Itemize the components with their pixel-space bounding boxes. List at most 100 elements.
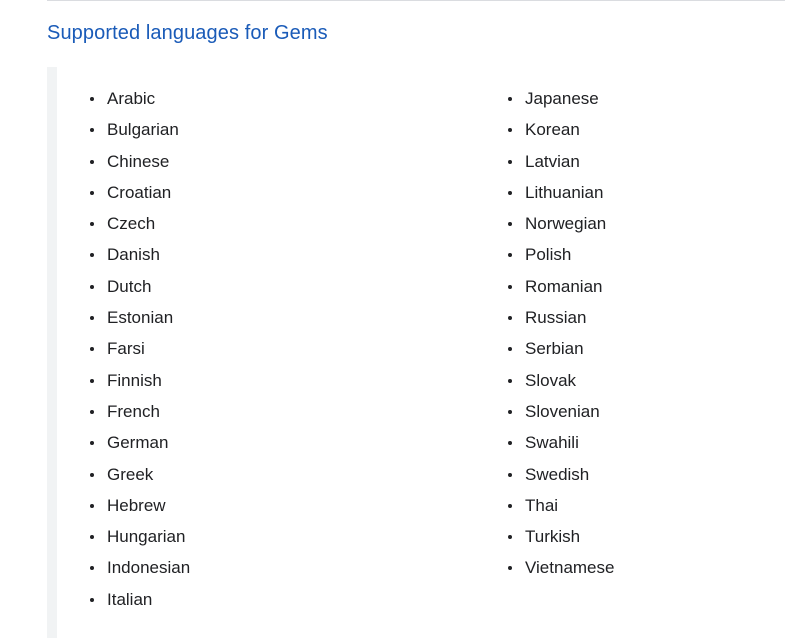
language-item: Romanian	[498, 271, 614, 302]
language-name: Hebrew	[107, 495, 166, 515]
bullet-icon	[90, 253, 94, 258]
language-name: Thai	[525, 495, 559, 515]
language-item: Swedish	[498, 459, 614, 490]
bullet-icon	[90, 347, 94, 352]
language-item: Farsi	[80, 333, 190, 364]
language-item: German	[80, 427, 190, 458]
language-item: Korean	[498, 114, 614, 145]
language-item: Arabic	[80, 83, 190, 114]
bullet-icon	[90, 378, 94, 383]
bullet-icon	[508, 159, 512, 164]
language-item: Italian	[80, 584, 190, 615]
language-name: Turkish	[525, 527, 581, 547]
language-name: Serbian	[525, 339, 584, 359]
bullet-icon	[508, 222, 512, 227]
language-name: Indonesian	[107, 558, 191, 578]
bullet-icon	[90, 566, 94, 571]
bullet-icon	[90, 284, 94, 289]
language-item: Japanese	[498, 83, 614, 114]
language-name: Bulgarian	[107, 120, 179, 140]
language-name: Korean	[525, 120, 580, 140]
top-divider	[47, 0, 785, 1]
bullet-icon	[508, 566, 512, 571]
language-name: Russian	[525, 308, 587, 328]
section-title: Supported languages for Gems	[47, 22, 328, 44]
language-item: Croatian	[80, 177, 190, 208]
language-name: French	[107, 401, 160, 421]
language-name: Czech	[107, 214, 156, 234]
bullet-icon	[90, 597, 94, 602]
bullet-icon	[90, 190, 94, 195]
language-name: Arabic	[107, 89, 156, 108]
bullet-icon	[508, 409, 512, 414]
bullet-icon	[90, 159, 94, 164]
language-item: Thai	[498, 490, 614, 521]
bullet-icon	[508, 441, 512, 446]
bullet-icon	[90, 503, 94, 508]
language-item: Dutch	[80, 271, 190, 302]
language-item: Indonesian	[80, 552, 190, 583]
bullet-icon	[90, 222, 94, 227]
language-name: Greek	[107, 464, 154, 484]
bullet-icon	[508, 284, 512, 289]
language-item: Lithuanian	[498, 177, 614, 208]
bullet-icon	[90, 472, 94, 477]
bullet-icon	[508, 535, 512, 540]
language-name: Polish	[525, 245, 572, 265]
language-name: German	[107, 433, 169, 453]
language-item: Bulgarian	[80, 114, 190, 145]
language-item: Danish	[80, 239, 190, 270]
language-item: Vietnamese	[498, 552, 614, 583]
language-item: Hebrew	[80, 490, 190, 521]
bullet-icon	[508, 347, 512, 352]
language-name: Farsi	[107, 339, 145, 359]
language-name: Dutch	[107, 276, 152, 296]
bullet-icon	[508, 316, 512, 321]
bullet-icon	[90, 535, 94, 540]
bullet-icon	[508, 378, 512, 383]
language-item: Swahili	[498, 427, 614, 458]
language-name: Croatian	[107, 182, 172, 202]
language-item: Serbian	[498, 333, 614, 364]
language-list-right: Japanese Korean Latvian Lithuanian Norwegian…	[498, 83, 614, 584]
language-name: Swahili	[525, 433, 579, 453]
language-name: Italian	[107, 589, 153, 609]
language-name: Estonian	[107, 308, 174, 328]
language-item: Norwegian	[498, 208, 614, 239]
language-name: Slovak	[525, 370, 577, 390]
language-item: French	[80, 396, 190, 427]
language-item: Polish	[498, 239, 614, 270]
language-item: Latvian	[498, 146, 614, 177]
language-list-left: Arabic Bulgarian Chinese Croatian Czech Danis…	[80, 83, 190, 615]
language-item: Finnish	[80, 365, 190, 396]
languages-callout: Arabic Bulgarian Chinese Croatian Czech Danis…	[47, 67, 785, 638]
bullet-icon	[508, 472, 512, 477]
bullet-icon	[508, 97, 512, 101]
bullet-icon	[508, 253, 512, 258]
bullet-icon	[90, 441, 94, 446]
bullet-icon	[508, 503, 512, 508]
language-name: Swedish	[525, 464, 590, 484]
language-name: Danish	[107, 245, 160, 265]
language-name: Latvian	[525, 151, 580, 171]
bullet-icon	[90, 316, 94, 321]
bullet-icon	[508, 190, 512, 195]
language-item: Slovenian	[498, 396, 614, 427]
language-item: Russian	[498, 302, 614, 333]
language-item: Estonian	[80, 302, 190, 333]
language-name: Romanian	[525, 276, 603, 296]
language-name: Hungarian	[107, 527, 186, 547]
language-item: Greek	[80, 459, 190, 490]
language-name: Japanese	[525, 89, 599, 108]
bullet-icon	[90, 128, 94, 133]
bullet-icon	[508, 128, 512, 133]
bullet-icon	[90, 409, 94, 414]
bullet-icon	[90, 97, 94, 101]
language-name: Finnish	[107, 370, 162, 390]
language-name: Vietnamese	[525, 558, 615, 578]
language-name: Lithuanian	[525, 182, 604, 202]
language-item: Chinese	[80, 146, 190, 177]
language-item: Czech	[80, 208, 190, 239]
language-name: Norwegian	[525, 214, 607, 234]
language-item: Slovak	[498, 365, 614, 396]
